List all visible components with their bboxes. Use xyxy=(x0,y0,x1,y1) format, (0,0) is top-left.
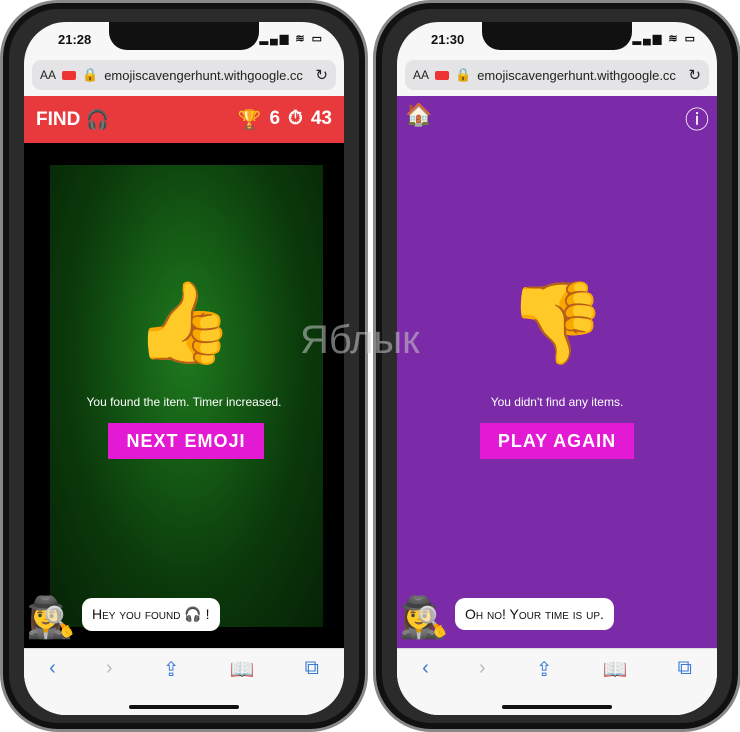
detective-emoji: 🕵️‍♀️ xyxy=(399,596,449,640)
forward-icon[interactable]: › xyxy=(479,657,486,715)
camera-icon xyxy=(435,70,450,80)
address-bar[interactable]: AA 🔒 emojiscavengerhunt.withgoogle.cc ↻ xyxy=(405,60,709,90)
result-message: You didn't find any items. xyxy=(490,395,624,409)
url-text: emojiscavengerhunt.withgoogle.cc xyxy=(477,67,676,83)
thumbs-up-emoji: 👍 xyxy=(134,278,234,367)
score: 6 xyxy=(269,107,281,129)
next-emoji-button[interactable]: NEXT EMOJI xyxy=(108,423,264,459)
thumbs-down-emoji: 👎 xyxy=(507,278,607,367)
timer-icon: ⏱ xyxy=(288,107,303,129)
home-indicator xyxy=(502,705,612,709)
clock: 21:28 xyxy=(58,32,92,47)
notch xyxy=(482,22,632,50)
reload-icon[interactable]: ↻ xyxy=(315,66,328,84)
lock-icon: 🔒 xyxy=(82,67,99,82)
forward-icon[interactable]: › xyxy=(106,657,113,715)
find-label: FIND xyxy=(36,108,81,130)
info-icon[interactable]: ⓘ xyxy=(685,100,709,135)
result-message: You found the item. Timer increased. xyxy=(86,395,282,409)
address-bar[interactable]: AA 🔒 emojiscavengerhunt.withgoogle.cc ↻ xyxy=(32,60,336,90)
screen-left: 21:28 ▂▄▆ ≋ ▭ AA 🔒 emojiscavengerhunt.withg… xyxy=(24,22,344,715)
play-again-button[interactable]: PLAY AGAIN xyxy=(480,423,634,459)
lock-icon: 🔒 xyxy=(455,67,472,82)
url-text: emojiscavengerhunt.withgoogle.cc xyxy=(104,67,303,83)
tabs-icon[interactable]: ⧉ xyxy=(305,657,319,715)
game-area: FIND 🎧 🏆 6 ⏱ 43 👍 You found the item. Timer… xyxy=(24,96,344,648)
trophy-icon: 🏆 xyxy=(237,109,262,131)
tabs-icon[interactable]: ⧉ xyxy=(678,657,692,715)
camera-icon xyxy=(62,70,77,80)
detective-emoji: 🕵️‍♀️ xyxy=(26,596,76,640)
back-icon[interactable]: ‹ xyxy=(49,657,56,715)
screen-right: 21:30 ▂▄▆ ≋ ▭ AA 🔒 emojiscavengerhunt.withg… xyxy=(397,22,717,715)
watermark: Яблык xyxy=(300,318,420,362)
text-size-button[interactable]: AA xyxy=(40,68,56,82)
target-emoji: 🎧 xyxy=(85,109,110,131)
time-left: 43 xyxy=(310,107,332,129)
speech-bubble: Oh no! Your time is up. xyxy=(455,598,614,630)
status-icons: ▂▄▆ ≋ ▭ xyxy=(632,33,697,45)
phone-right: 21:30 ▂▄▆ ≋ ▭ AA 🔒 emojiscavengerhunt.withg… xyxy=(373,0,740,732)
speech-bubble: Hey you found 🎧 ! xyxy=(82,598,220,631)
back-icon[interactable]: ‹ xyxy=(422,657,429,715)
notch xyxy=(109,22,259,50)
phone-left: 21:28 ▂▄▆ ≋ ▭ AA 🔒 emojiscavengerhunt.withg… xyxy=(0,0,368,732)
game-header: FIND 🎧 🏆 6 ⏱ 43 xyxy=(24,96,344,143)
home-icon[interactable]: 🏠 xyxy=(405,102,432,128)
clock: 21:30 xyxy=(431,32,465,47)
text-size-button[interactable]: AA xyxy=(413,68,429,82)
home-indicator xyxy=(129,705,239,709)
game-over-area: 🏠 ⓘ 👎 You didn't find any items. PLAY AG… xyxy=(397,96,717,648)
reload-icon[interactable]: ↻ xyxy=(688,66,701,84)
status-icons: ▂▄▆ ≋ ▭ xyxy=(259,33,324,45)
